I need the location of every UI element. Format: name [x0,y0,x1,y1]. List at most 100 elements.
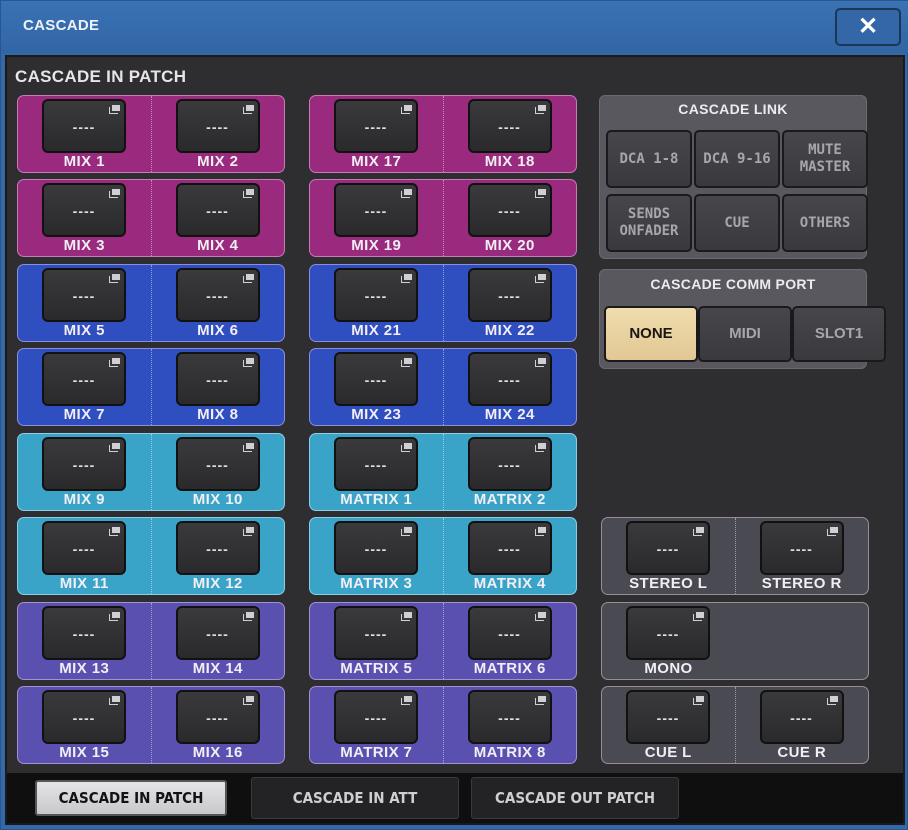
patch-value: ---- [206,541,229,557]
patch-button-mix-7[interactable]: ---- [42,352,126,406]
patch-pair: ---- CUE L ---- CUE R [601,686,869,764]
patch-button-mix-10[interactable]: ---- [175,437,260,491]
popup-window-icon [109,189,120,198]
link-button-sends-onfader[interactable]: SENDS ONFADER [606,194,692,252]
popup-window-icon [401,443,412,452]
patch-button-mono[interactable]: ---- [626,606,710,660]
channel-label: MIX 9 [63,491,105,508]
channel-label: MIX 10 [192,491,243,508]
port-button-none[interactable]: NONE [604,306,698,362]
comm-port-group: CASCADE COMM PORT NONE MIDI SLOT1 [599,269,886,369]
popup-window-icon [242,443,254,452]
link-button-dca-9-16[interactable]: DCA 9-16 [694,130,780,188]
channel-mix-20: ---- MIX 20 [442,180,577,256]
link-button-dca-1-8[interactable]: DCA 1-8 [606,130,692,188]
patch-value: ---- [364,626,388,642]
comm-port-title: CASCADE COMM PORT [650,276,816,292]
channel-mix-6: ---- MIX 6 [150,265,285,341]
channel-label: CUE R [777,744,827,761]
channel-mix-24: ---- MIX 24 [442,349,577,425]
patch-pair: ---- MATRIX 3 ---- MATRIX 4 [309,517,577,595]
channel-mix-16: ---- MIX 16 [150,687,285,763]
channel-mix-21: ---- MIX 21 [310,265,443,341]
channel-matrix-2: ---- MATRIX 2 [442,434,577,510]
patch-button-mix-13[interactable]: ---- [42,606,126,660]
patch-pair: ---- MATRIX 7 ---- MATRIX 8 [309,686,577,764]
patch-value: ---- [206,710,229,726]
popup-window-icon [109,274,120,283]
patch-button-matrix-5[interactable]: ---- [334,606,418,660]
channel-mix-7: ---- MIX 7 [18,349,151,425]
popup-window-icon [109,443,120,452]
patch-pair: ---- MATRIX 1 ---- MATRIX 2 [309,433,577,511]
patch-value: ---- [206,626,229,642]
patch-pair: ---- MIX 23 ---- MIX 24 [309,348,577,426]
channel-mix-11: ---- MIX 11 [18,518,151,594]
patch-button-mix-14[interactable]: ---- [175,606,260,660]
patch-value: ---- [656,626,680,642]
patch-button-mix-22[interactable]: ---- [467,268,552,322]
tab-cascade-in-att[interactable]: CASCADE IN ATT [251,777,459,819]
channel-label: MATRIX 2 [473,491,546,508]
patch-button-matrix-8[interactable]: ---- [467,690,552,744]
channel-mix-17: ---- MIX 17 [310,96,443,172]
channel-label: MIX 2 [197,153,239,170]
patch-button-mix-20[interactable]: ---- [467,183,552,237]
patch-button-mix-11[interactable]: ---- [42,521,126,575]
tab-cascade-out-patch[interactable]: CASCADE OUT PATCH [471,777,679,819]
patch-button-mix-8[interactable]: ---- [175,352,260,406]
channel-label: MIX 21 [351,322,402,339]
patch-button-matrix-4[interactable]: ---- [467,521,552,575]
patch-button-cue-r[interactable]: ---- [759,690,844,744]
patch-button-mix-18[interactable]: ---- [467,99,552,153]
link-button-mute-master[interactable]: MUTE MASTER [782,130,868,188]
patch-button-matrix-2[interactable]: ---- [467,437,552,491]
patch-value: ---- [72,203,96,219]
patch-button-cue-l[interactable]: ---- [626,690,710,744]
patch-button-mix-23[interactable]: ---- [334,352,418,406]
patch-button-matrix-1[interactable]: ---- [334,437,418,491]
patch-button-mix-12[interactable]: ---- [175,521,260,575]
channel-mix-2: ---- MIX 2 [150,96,285,172]
popup-window-icon [401,358,412,367]
popup-window-icon [401,189,412,198]
link-button-cue[interactable]: CUE [694,194,780,252]
patch-button-mix-17[interactable]: ---- [334,99,418,153]
patch-pair: ---- MIX 5 ---- MIX 6 [17,264,285,342]
patch-button-mix-6[interactable]: ---- [175,268,260,322]
close-button[interactable]: ✕ [835,8,901,46]
patch-button-mix-2[interactable]: ---- [175,99,260,153]
patch-button-mix-19[interactable]: ---- [334,183,418,237]
patch-button-mix-9[interactable]: ---- [42,437,126,491]
port-button-midi[interactable]: MIDI [698,306,792,362]
patch-button-mix-16[interactable]: ---- [175,690,260,744]
channel-mix-3: ---- MIX 3 [18,180,151,256]
patch-button-mix-4[interactable]: ---- [175,183,260,237]
channel-label: MIX 17 [351,153,402,170]
channel-mix-23: ---- MIX 23 [310,349,443,425]
patch-button-mix-3[interactable]: ---- [42,183,126,237]
channel-mix-19: ---- MIX 19 [310,180,443,256]
patch-button-mix-1[interactable]: ---- [42,99,126,153]
patch-value: ---- [498,541,521,557]
patch-button-matrix-7[interactable]: ---- [334,690,418,744]
patch-button-matrix-3[interactable]: ---- [334,521,418,575]
patch-button-matrix-6[interactable]: ---- [467,606,552,660]
channel-label: MIX 23 [351,406,402,423]
patch-button-mix-24[interactable]: ---- [467,352,552,406]
tab-cascade-in-patch[interactable]: CASCADE IN PATCH [35,780,227,816]
patch-button-mix-5[interactable]: ---- [42,268,126,322]
patch-value: ---- [790,541,813,557]
link-button-others[interactable]: OTHERS [782,194,868,252]
channel-label: CUE L [644,744,692,761]
patch-button-mix-15[interactable]: ---- [42,690,126,744]
patch-button-stereo-r[interactable]: ---- [759,521,844,575]
port-button-slot1[interactable]: SLOT1 [792,306,886,362]
channel-label: MIX 3 [63,237,105,254]
popup-window-icon [401,274,412,283]
patch-button-stereo-l[interactable]: ---- [626,521,710,575]
channel-matrix-6: ---- MATRIX 6 [442,603,577,679]
channel-matrix-3: ---- MATRIX 3 [310,518,443,594]
patch-button-mix-21[interactable]: ---- [334,268,418,322]
channel-label: MATRIX 4 [473,575,546,592]
